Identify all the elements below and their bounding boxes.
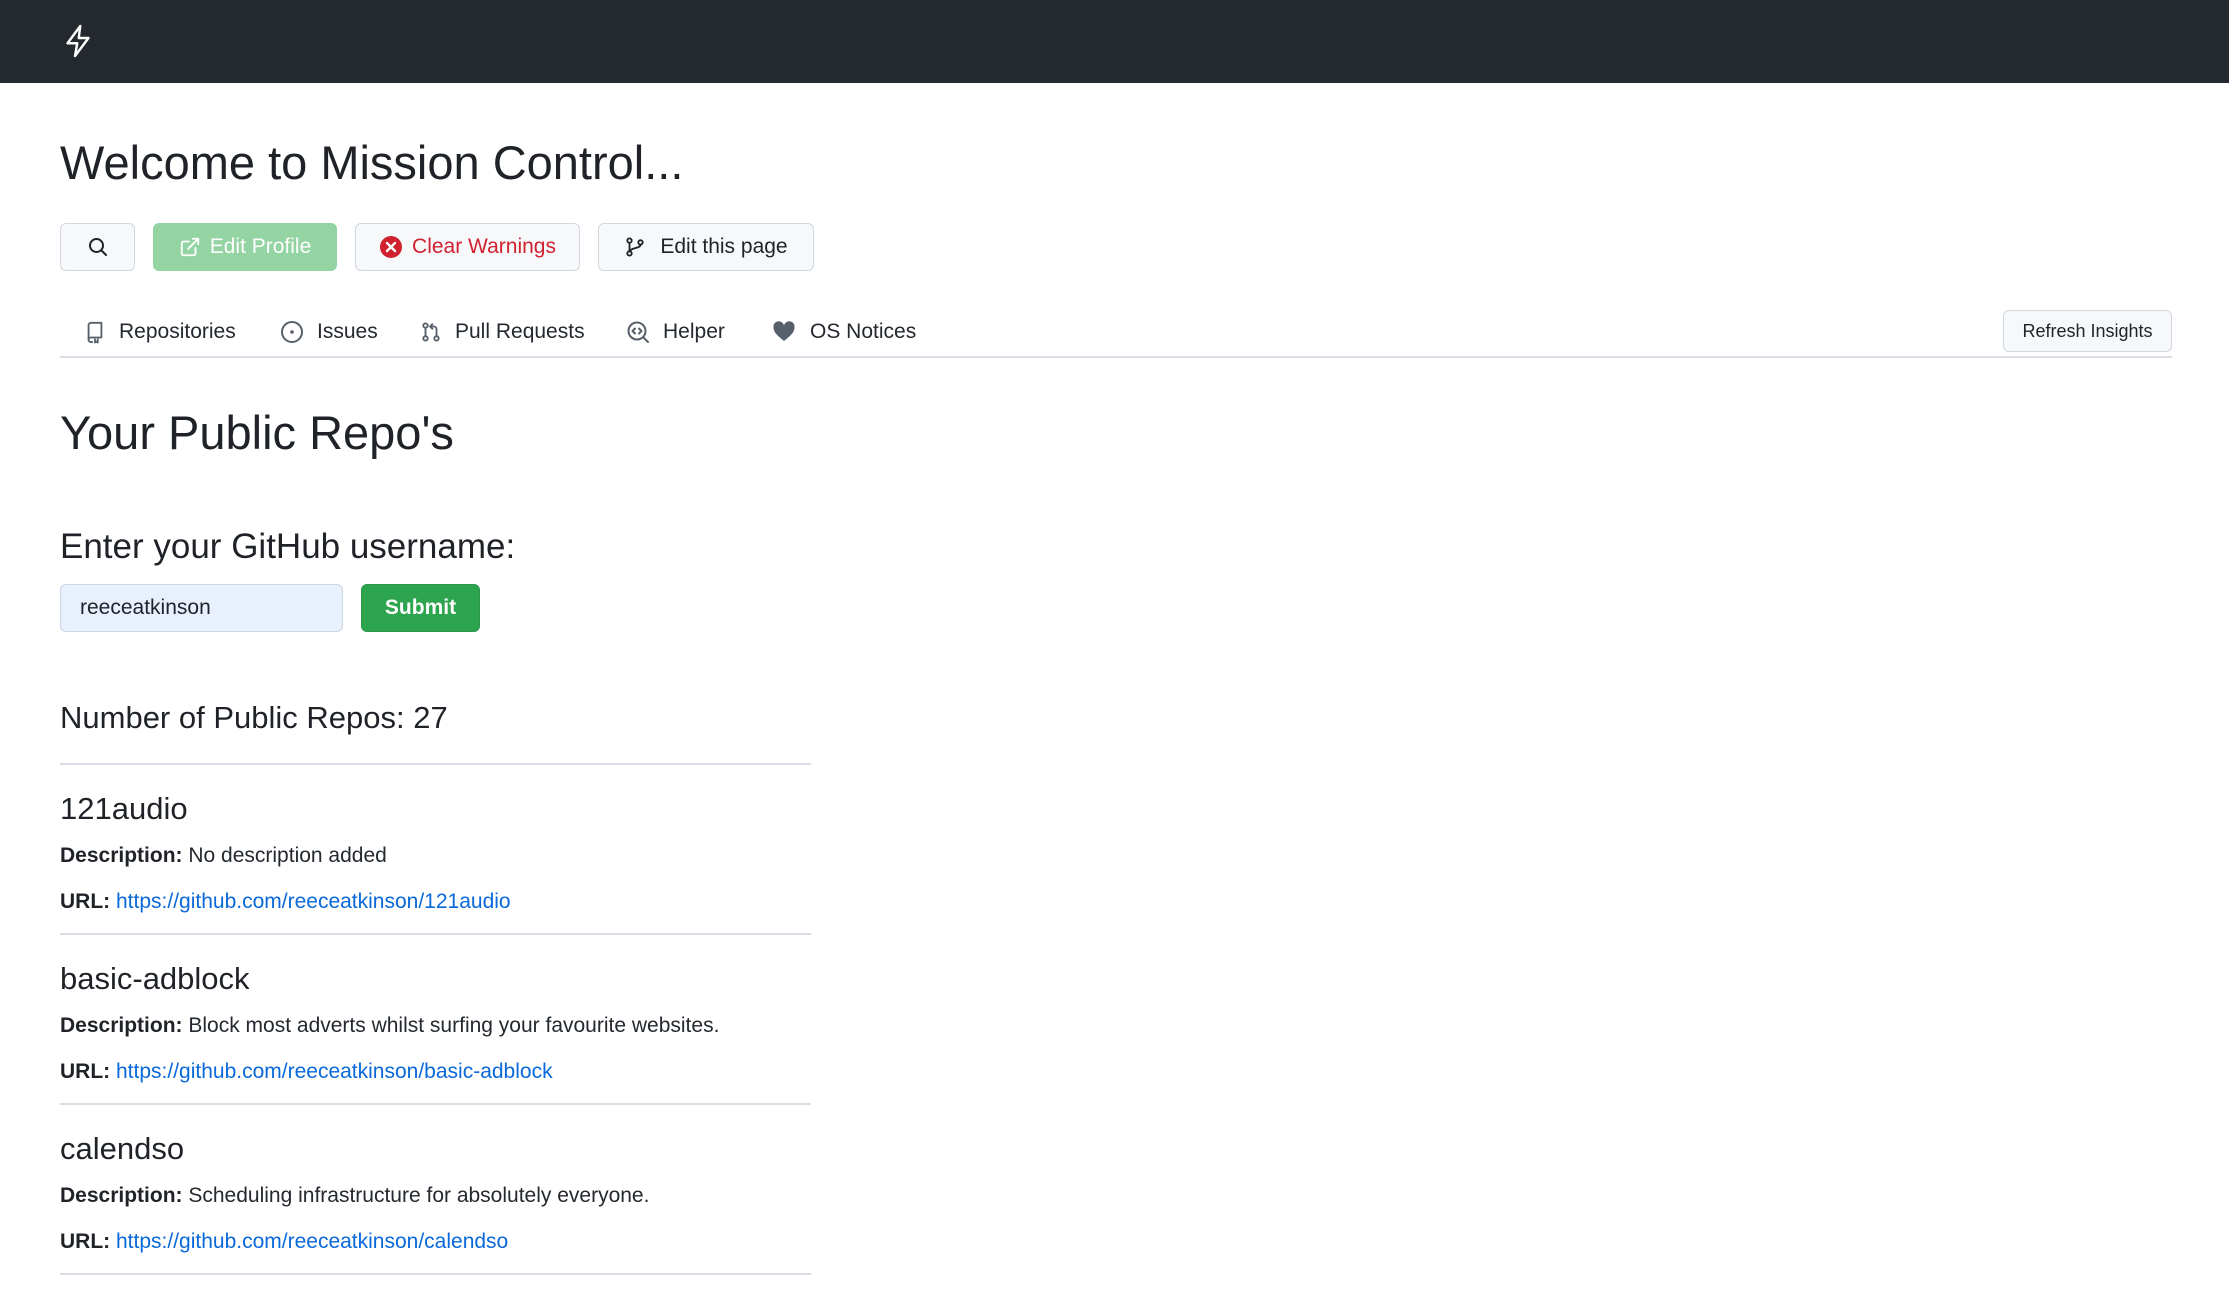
divider: [60, 1273, 811, 1275]
repo-name: 121audio: [60, 791, 188, 826]
git-branch-icon: [626, 237, 644, 257]
tab-label: Pull Requests: [455, 320, 585, 343]
code-review-icon: [627, 321, 649, 343]
repo-description: Description: Scheduling infrastructure f…: [60, 1182, 649, 1210]
tab-os-notices[interactable]: OS Notices: [771, 308, 916, 356]
repo-count: Number of Public Repos: 27: [60, 700, 448, 735]
search-button[interactable]: [60, 223, 135, 271]
url-label: URL:: [60, 1060, 111, 1083]
edit-profile-button[interactable]: Edit Profile: [153, 223, 337, 271]
repo-description: Description: No description added: [60, 842, 387, 870]
pull-request-icon: [422, 322, 440, 342]
description-text: Block most adverts whilst surfing your f…: [188, 1014, 720, 1037]
repo-item: basic-adblock Description: Block most ad…: [60, 933, 811, 1103]
description-label: Description:: [60, 1014, 183, 1037]
description-text: Scheduling infrastructure for absolutely…: [188, 1184, 650, 1207]
tab-label: Repositories: [119, 320, 236, 343]
repo-item: calendso Description: Scheduling infrast…: [60, 1103, 811, 1273]
search-icon: [88, 238, 107, 256]
url-label: URL:: [60, 1230, 111, 1253]
description-label: Description:: [60, 844, 183, 867]
repo-url: URL: https://github.com/reeceatkinson/12…: [60, 888, 511, 916]
repo-icon: [87, 321, 103, 344]
tab-label: Issues: [317, 320, 378, 343]
page-title: Welcome to Mission Control...: [60, 136, 684, 189]
tab-helper[interactable]: Helper: [626, 308, 725, 356]
description-label: Description:: [60, 1184, 183, 1207]
username-input[interactable]: [60, 584, 343, 632]
edit-this-page-label: Edit this page: [660, 235, 788, 258]
repo-list: 121audio Description: No description add…: [60, 763, 811, 1275]
tab-label: OS Notices: [810, 320, 917, 343]
tab-repositories[interactable]: Repositories: [84, 308, 236, 356]
zap-icon[interactable]: [60, 22, 96, 60]
edit-profile-label: Edit Profile: [209, 235, 312, 258]
tab-label: Helper: [663, 320, 725, 343]
url-label: URL:: [60, 890, 111, 913]
submit-button[interactable]: Submit: [361, 584, 480, 632]
link-external-icon: [180, 237, 199, 257]
tab-pull-requests[interactable]: Pull Requests: [420, 308, 585, 356]
tab-issues[interactable]: Issues: [280, 308, 378, 356]
description-text: No description added: [188, 844, 387, 867]
repo-url-link[interactable]: https://github.com/reeceatkinson/basic-a…: [116, 1060, 553, 1083]
repo-url: URL: https://github.com/reeceatkinson/ca…: [60, 1228, 508, 1256]
repo-name: calendso: [60, 1131, 185, 1166]
top-navbar: [0, 0, 2229, 83]
tab-nav: Repositories Issues Pull Requests Helper…: [60, 308, 2172, 358]
refresh-insights-button[interactable]: Refresh Insights: [2003, 310, 2172, 352]
heart-icon: [773, 321, 795, 341]
issue-icon: [281, 321, 303, 343]
x-circle-icon: [380, 236, 403, 258]
edit-this-page-button[interactable]: Edit this page: [598, 223, 814, 271]
repo-description: Description: Block most adverts whilst s…: [60, 1012, 719, 1040]
clear-warnings-button[interactable]: Clear Warnings: [355, 223, 580, 271]
username-form-label: Enter your GitHub username:: [60, 527, 516, 566]
section-title: Your Public Repo's: [60, 406, 454, 459]
repo-url-link[interactable]: https://github.com/reeceatkinson/121audi…: [116, 890, 511, 913]
repo-url-link[interactable]: https://github.com/reeceatkinson/calends…: [116, 1230, 508, 1253]
repo-item: 121audio Description: No description add…: [60, 763, 811, 933]
repo-url: URL: https://github.com/reeceatkinson/ba…: [60, 1058, 553, 1086]
clear-warnings-label: Clear Warnings: [412, 235, 556, 258]
repo-name: basic-adblock: [60, 961, 250, 996]
